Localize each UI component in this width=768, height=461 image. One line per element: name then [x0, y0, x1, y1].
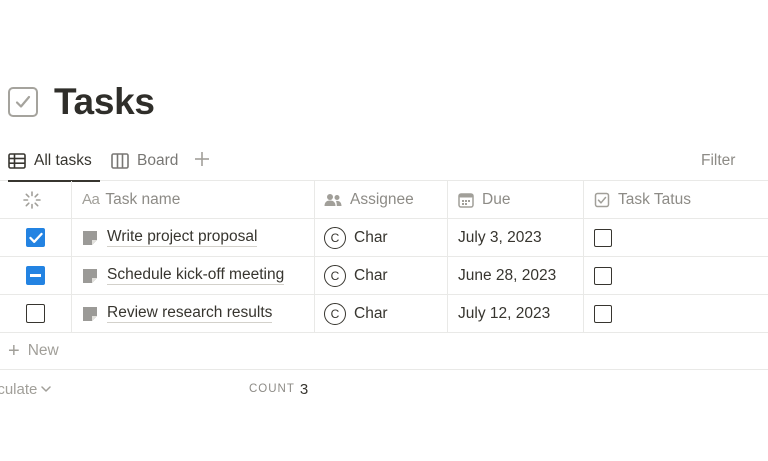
tasks-table: Aa Task name Assignee Due Task Tatus Wri… [0, 181, 768, 333]
page-header: Tasks [8, 80, 155, 124]
spinner-icon [22, 190, 41, 209]
text-property-icon: Aa [82, 191, 100, 208]
select-all-column-header[interactable] [0, 181, 72, 218]
assignee-cell[interactable]: C Char [315, 257, 448, 294]
new-row-label: New [27, 342, 59, 359]
row-select-cell [0, 219, 72, 256]
task-name-text[interactable]: Write project proposal [107, 228, 258, 247]
calculate-label: lculate [0, 380, 38, 398]
board-icon [111, 152, 129, 169]
chevron-down-icon [41, 386, 52, 392]
table-row[interactable]: Review research results C Char July 12, … [0, 295, 768, 333]
page-icon [83, 230, 97, 245]
count-label: COUNT [249, 383, 295, 395]
column-header-due[interactable]: Due [448, 181, 584, 218]
calculation-footer: lculate COUNT 3 [0, 370, 768, 408]
filter-button[interactable]: Filter [701, 140, 735, 181]
task-name-cell[interactable]: Schedule kick-off meeting [72, 257, 315, 294]
page-icon [83, 268, 97, 283]
plus-icon [195, 152, 209, 166]
column-header-task-name[interactable]: Aa Task name [72, 181, 315, 218]
task-status-cell [584, 295, 768, 332]
due-date: July 3, 2023 [458, 228, 542, 246]
task-status-checkbox[interactable] [594, 304, 612, 323]
task-name-cell[interactable]: Review research results [72, 295, 315, 332]
new-row-button[interactable]: + New [0, 333, 768, 370]
table-header: Aa Task name Assignee Due Task Tatus [0, 181, 768, 219]
tab-all-tasks[interactable]: All tasks [8, 140, 100, 182]
avatar: C [324, 226, 346, 249]
count-calculation[interactable]: COUNT 3 [249, 370, 308, 408]
table-icon [8, 152, 26, 169]
tab-board[interactable]: Board [111, 140, 178, 181]
row-select-cell [0, 295, 72, 332]
view-tabs-bar: All tasks Board Filter [0, 140, 768, 182]
add-view-button[interactable] [192, 148, 212, 170]
column-header-label: Assignee [350, 190, 414, 208]
row-select-checkbox[interactable] [26, 266, 45, 285]
due-date: June 28, 2023 [458, 266, 557, 284]
task-name-text[interactable]: Review research results [107, 304, 273, 323]
checkmark-icon [28, 232, 43, 243]
column-header-assignee[interactable]: Assignee [315, 181, 448, 218]
column-header-label: Due [482, 190, 511, 208]
row-select-cell [0, 257, 72, 294]
people-icon [324, 193, 342, 206]
row-select-checkbox[interactable] [26, 228, 45, 247]
assignee-cell[interactable]: C Char [315, 295, 448, 332]
task-status-checkbox[interactable] [594, 266, 612, 285]
due-date: July 12, 2023 [458, 304, 551, 322]
calculate-dropdown[interactable]: lculate [0, 370, 52, 408]
assignee-name: Char [354, 228, 388, 246]
calendar-icon [458, 192, 474, 208]
avatar: C [324, 302, 346, 325]
checkbox-icon[interactable] [8, 87, 38, 117]
table-row[interactable]: Schedule kick-off meeting C Char June 28… [0, 257, 768, 295]
task-status-checkbox[interactable] [594, 228, 612, 247]
task-name-cell[interactable]: Write project proposal [72, 219, 315, 256]
due-cell[interactable]: July 3, 2023 [448, 219, 584, 256]
assignee-name: Char [354, 304, 388, 322]
due-cell[interactable]: July 12, 2023 [448, 295, 584, 332]
task-status-cell [584, 257, 768, 294]
column-header-task-status[interactable]: Task Tatus [584, 181, 768, 218]
task-name-text[interactable]: Schedule kick-off meeting [107, 266, 285, 285]
avatar: C [324, 264, 346, 287]
plus-icon: + [8, 340, 20, 362]
due-cell[interactable]: June 28, 2023 [448, 257, 584, 294]
column-header-label: Task name [105, 190, 181, 208]
page-icon [83, 306, 97, 321]
page-title[interactable]: Tasks [54, 81, 155, 123]
tab-board-label: Board [137, 151, 179, 169]
checkbox-property-icon [594, 192, 610, 207]
column-header-label: Task Tatus [618, 190, 691, 208]
assignee-name: Char [354, 266, 388, 284]
table-row[interactable]: Write project proposal C Char July 3, 20… [0, 219, 768, 257]
tab-all-tasks-label: All tasks [34, 151, 92, 169]
count-value: 3 [299, 380, 309, 398]
task-status-cell [584, 219, 768, 256]
row-select-checkbox[interactable] [26, 304, 45, 323]
assignee-cell[interactable]: C Char [315, 219, 448, 256]
